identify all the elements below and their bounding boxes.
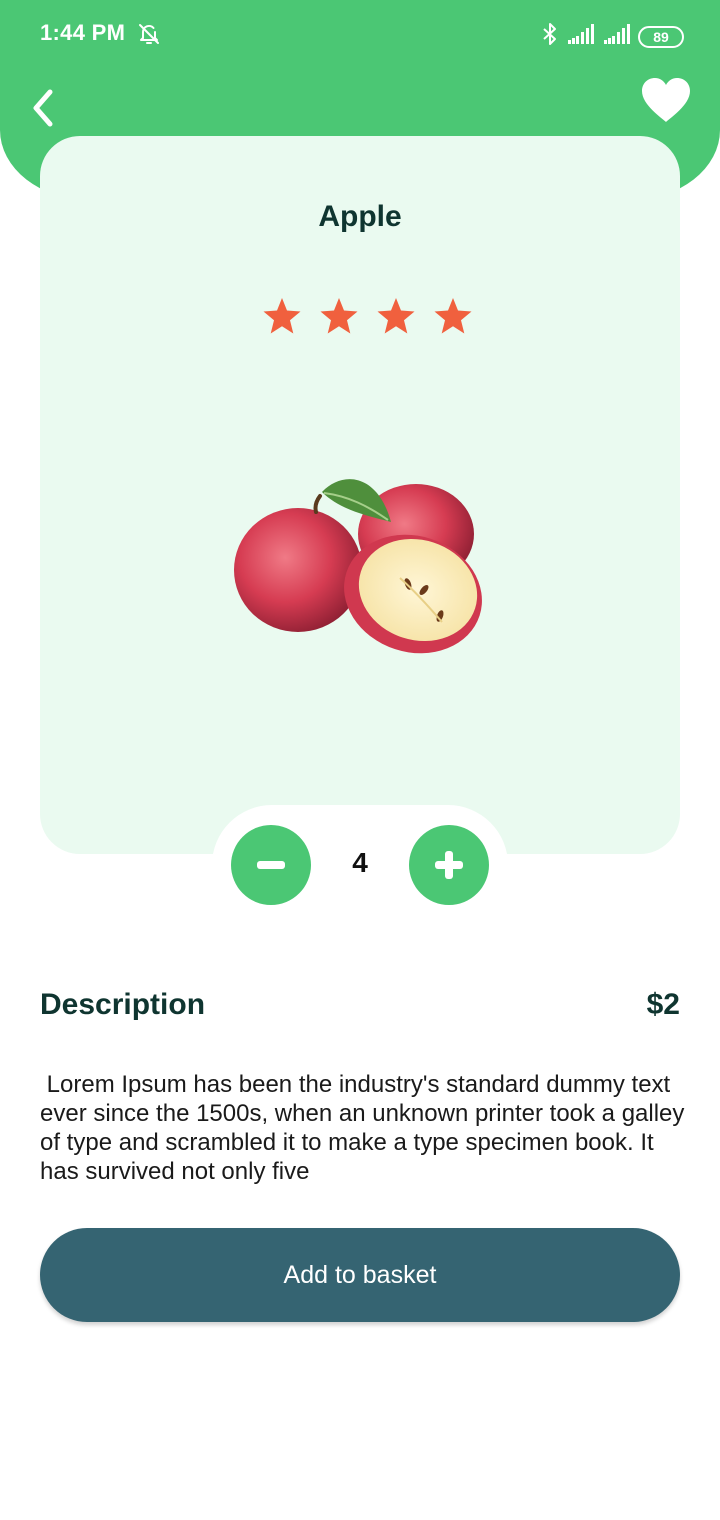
- heart-icon: [642, 78, 690, 122]
- plus-icon: [435, 851, 463, 879]
- star-icon: [263, 298, 301, 334]
- star-icon: [377, 298, 415, 334]
- rating-stars: [262, 296, 473, 336]
- status-icons: 89: [542, 22, 684, 51]
- favorite-button[interactable]: [640, 76, 692, 124]
- battery-level: 89: [653, 28, 669, 45]
- quantity-value: 4: [352, 847, 368, 878]
- star-icon: [434, 298, 472, 334]
- product-image: [228, 466, 490, 662]
- signal-icon: [602, 24, 630, 49]
- battery-icon: 89: [638, 25, 684, 48]
- bell-off-icon: [137, 22, 161, 51]
- product-price: $2: [646, 988, 680, 1021]
- bluetooth-icon: [542, 22, 558, 51]
- increase-quantity-button[interactable]: [409, 825, 489, 905]
- star-icon: [320, 298, 358, 334]
- product-title: Apple: [318, 200, 402, 233]
- decrease-quantity-button[interactable]: [231, 825, 311, 905]
- chevron-left-icon: [33, 89, 53, 127]
- description-heading: Description: [40, 988, 206, 1021]
- back-button[interactable]: [26, 86, 66, 130]
- add-to-basket-button[interactable]: Add to basket: [40, 1228, 680, 1322]
- status-time: 1:44 PM: [40, 20, 126, 45]
- signal-icon: [566, 24, 594, 49]
- minus-icon: [257, 861, 285, 869]
- description-text: Lorem Ipsum has been the industry's stan…: [40, 1071, 692, 1185]
- status-bar: 1:44 PM 89: [0, 0, 720, 70]
